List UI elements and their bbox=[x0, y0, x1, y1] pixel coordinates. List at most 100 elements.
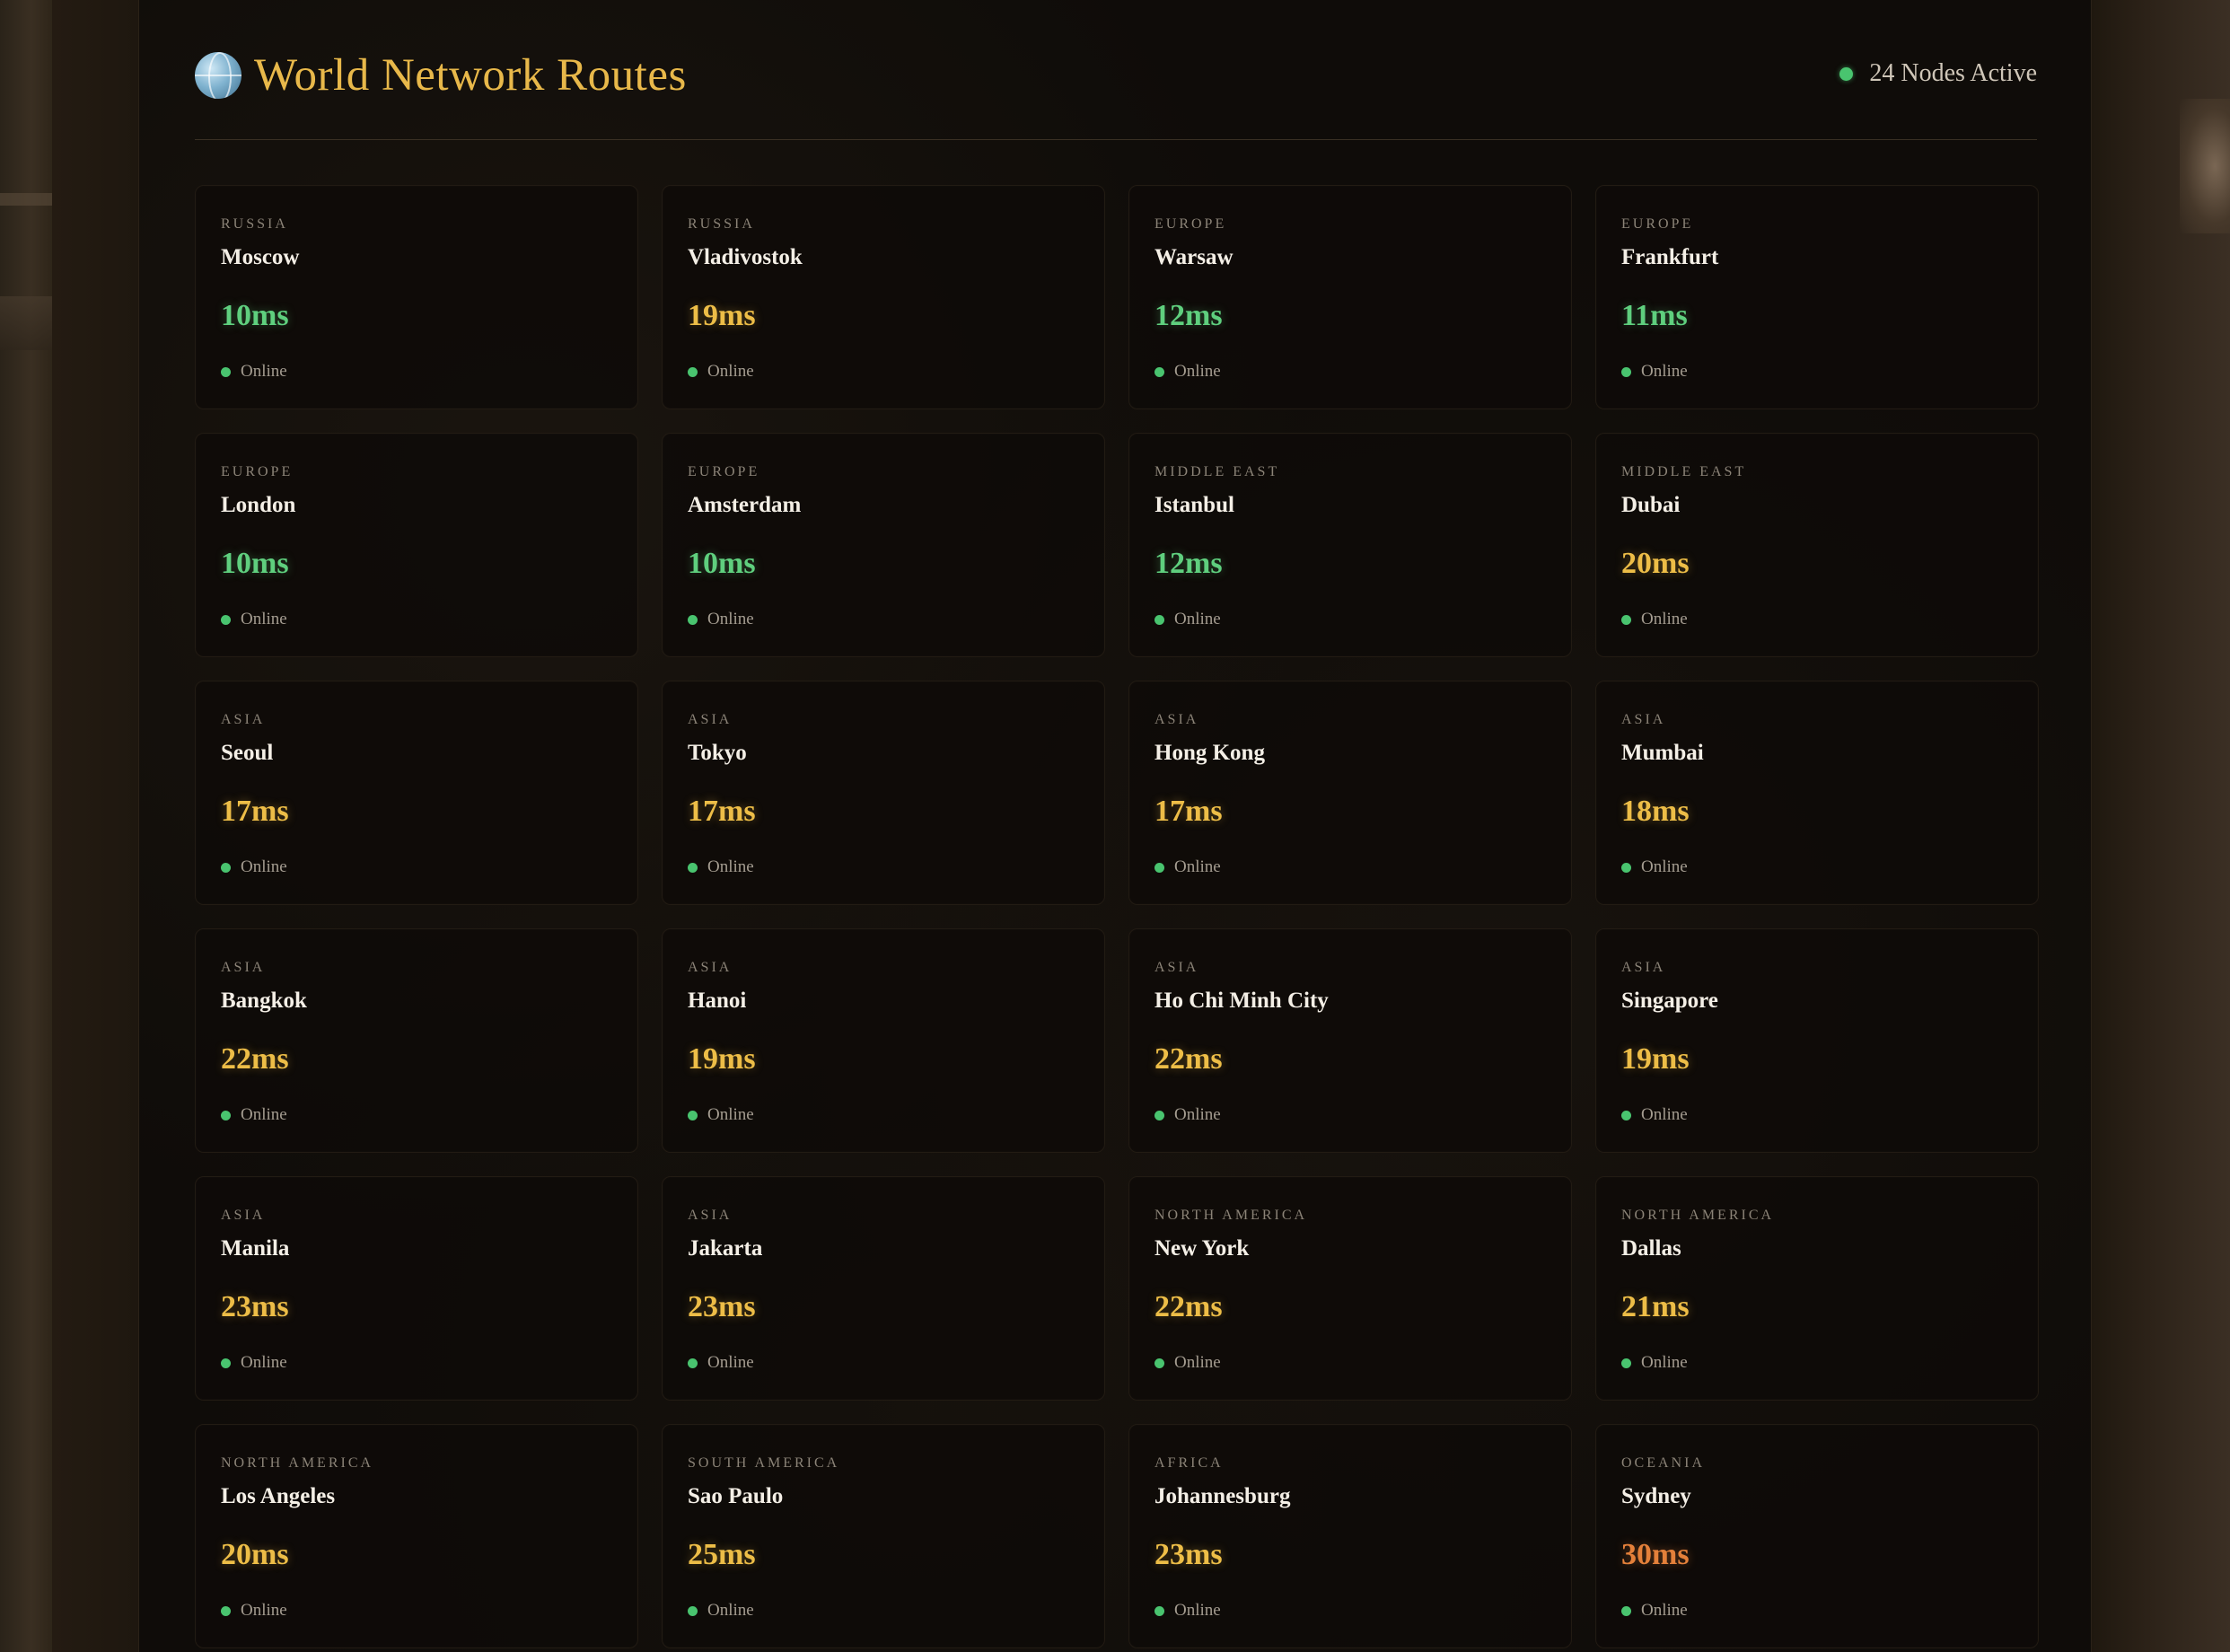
node-city: Ho Chi Minh City bbox=[1155, 989, 1329, 1013]
node-status: Online bbox=[1621, 610, 1688, 629]
node-status-label: Online bbox=[1641, 362, 1688, 381]
node-region: ASIA bbox=[221, 960, 266, 975]
node-card[interactable]: ASIA Manila 23ms Online bbox=[195, 1176, 638, 1401]
online-dot-icon bbox=[1155, 614, 1164, 625]
node-city: Bangkok bbox=[221, 989, 307, 1013]
node-latency: 19ms bbox=[688, 299, 756, 332]
node-status-label: Online bbox=[707, 857, 754, 876]
node-card[interactable]: ASIA Hong Kong 17ms Online bbox=[1128, 681, 1572, 905]
online-dot-icon bbox=[221, 614, 231, 625]
globe-icon bbox=[195, 52, 241, 99]
node-status-label: Online bbox=[241, 610, 287, 628]
node-status-label: Online bbox=[1641, 1105, 1688, 1124]
node-region: EUROPE bbox=[1155, 216, 1227, 232]
node-status: Online bbox=[221, 1601, 287, 1621]
node-status: Online bbox=[688, 1105, 754, 1125]
online-dot-icon bbox=[1621, 1110, 1631, 1120]
node-region: ASIA bbox=[1155, 960, 1199, 975]
node-status: Online bbox=[221, 610, 287, 629]
node-status-label: Online bbox=[1174, 610, 1221, 628]
background-right bbox=[2092, 0, 2230, 1652]
node-latency: 10ms bbox=[221, 547, 289, 580]
node-status: Online bbox=[221, 857, 287, 877]
node-status: Online bbox=[1155, 1105, 1221, 1125]
node-latency: 17ms bbox=[688, 795, 756, 828]
node-region: NORTH AMERICA bbox=[1621, 1208, 1775, 1223]
node-card[interactable]: ASIA Hanoi 19ms Online bbox=[662, 928, 1105, 1153]
node-status-label: Online bbox=[1641, 857, 1688, 876]
node-card[interactable]: RUSSIA Moscow 10ms Online bbox=[195, 185, 638, 409]
node-status-label: Online bbox=[707, 362, 754, 381]
node-latency: 12ms bbox=[1155, 299, 1223, 332]
node-card[interactable]: ASIA Mumbai 18ms Online bbox=[1595, 681, 2039, 905]
node-status: Online bbox=[1621, 362, 1688, 382]
node-status-label: Online bbox=[241, 1601, 287, 1620]
online-dot-icon bbox=[1621, 1605, 1631, 1616]
node-card[interactable]: NORTH AMERICA Dallas 21ms Online bbox=[1595, 1176, 2039, 1401]
node-card[interactable]: MIDDLE EAST Istanbul 12ms Online bbox=[1128, 433, 1572, 657]
node-latency: 11ms bbox=[1621, 299, 1688, 332]
online-dot-icon bbox=[1155, 862, 1164, 873]
node-latency: 23ms bbox=[1155, 1538, 1223, 1571]
node-card[interactable]: ASIA Jakarta 23ms Online bbox=[662, 1176, 1105, 1401]
node-status: Online bbox=[1621, 1601, 1688, 1621]
online-dot-icon bbox=[688, 1110, 698, 1120]
node-card[interactable]: NORTH AMERICA New York 22ms Online bbox=[1128, 1176, 1572, 1401]
node-latency: 17ms bbox=[1155, 795, 1223, 828]
online-dot-icon bbox=[1621, 862, 1631, 873]
background-left-inner bbox=[52, 0, 138, 1652]
node-latency: 30ms bbox=[1621, 1538, 1690, 1571]
node-status-label: Online bbox=[241, 1353, 287, 1372]
node-status: Online bbox=[1155, 362, 1221, 382]
online-dot-icon bbox=[688, 366, 698, 377]
node-status-label: Online bbox=[1641, 610, 1688, 628]
node-status-label: Online bbox=[1641, 1601, 1688, 1620]
online-dot-icon bbox=[221, 366, 231, 377]
node-status-label: Online bbox=[707, 1601, 754, 1620]
node-status-label: Online bbox=[241, 362, 287, 381]
node-card[interactable]: EUROPE Amsterdam 10ms Online bbox=[662, 433, 1105, 657]
node-card[interactable]: OCEANIA Sydney 30ms Online bbox=[1595, 1424, 2039, 1648]
node-card[interactable]: EUROPE Frankfurt 11ms Online bbox=[1595, 185, 2039, 409]
node-status-label: Online bbox=[241, 1105, 287, 1124]
node-region: AFRICA bbox=[1155, 1455, 1224, 1471]
node-card[interactable]: SOUTH AMERICA Sao Paulo 25ms Online bbox=[662, 1424, 1105, 1648]
node-card[interactable]: RUSSIA Vladivostok 19ms Online bbox=[662, 185, 1105, 409]
node-card[interactable]: EUROPE Warsaw 12ms Online bbox=[1128, 185, 1572, 409]
online-dot-icon bbox=[1621, 614, 1631, 625]
node-card[interactable]: ASIA Singapore 19ms Online bbox=[1595, 928, 2039, 1153]
node-card[interactable]: ASIA Ho Chi Minh City 22ms Online bbox=[1128, 928, 1572, 1153]
node-city: Warsaw bbox=[1155, 245, 1234, 269]
node-region: ASIA bbox=[1155, 712, 1199, 727]
node-status-label: Online bbox=[1641, 1353, 1688, 1372]
header: World Network Routes 24 Nodes Active bbox=[195, 47, 2037, 140]
node-city: Tokyo bbox=[688, 741, 747, 765]
node-card[interactable]: ASIA Seoul 17ms Online bbox=[195, 681, 638, 905]
node-card[interactable]: ASIA Tokyo 17ms Online bbox=[662, 681, 1105, 905]
node-city: Hong Kong bbox=[1155, 741, 1265, 765]
node-grid: RUSSIA Moscow 10ms Online RUSSIA Vladivostok 1… bbox=[195, 185, 2039, 1648]
node-region: RUSSIA bbox=[221, 216, 288, 232]
node-latency: 23ms bbox=[221, 1290, 289, 1323]
online-dot-icon bbox=[221, 862, 231, 873]
online-dot-icon bbox=[688, 862, 698, 873]
node-city: New York bbox=[1155, 1236, 1250, 1261]
node-city: Jakarta bbox=[688, 1236, 763, 1261]
node-card[interactable]: EUROPE London 10ms Online bbox=[195, 433, 638, 657]
node-region: ASIA bbox=[221, 712, 266, 727]
node-city: Seoul bbox=[221, 741, 274, 765]
node-city: London bbox=[221, 493, 296, 517]
online-dot-icon bbox=[1155, 1358, 1164, 1368]
node-status: Online bbox=[688, 610, 754, 629]
node-latency: 10ms bbox=[221, 299, 289, 332]
node-latency: 17ms bbox=[221, 795, 289, 828]
node-card[interactable]: AFRICA Johannesburg 23ms Online bbox=[1128, 1424, 1572, 1648]
node-card[interactable]: ASIA Bangkok 22ms Online bbox=[195, 928, 638, 1153]
node-region: ASIA bbox=[688, 712, 733, 727]
node-status: Online bbox=[221, 362, 287, 382]
node-latency: 22ms bbox=[1155, 1290, 1223, 1323]
node-card[interactable]: NORTH AMERICA Los Angeles 20ms Online bbox=[195, 1424, 638, 1648]
node-city: Moscow bbox=[221, 245, 300, 269]
node-status-label: Online bbox=[1174, 362, 1221, 381]
node-card[interactable]: MIDDLE EAST Dubai 20ms Online bbox=[1595, 433, 2039, 657]
